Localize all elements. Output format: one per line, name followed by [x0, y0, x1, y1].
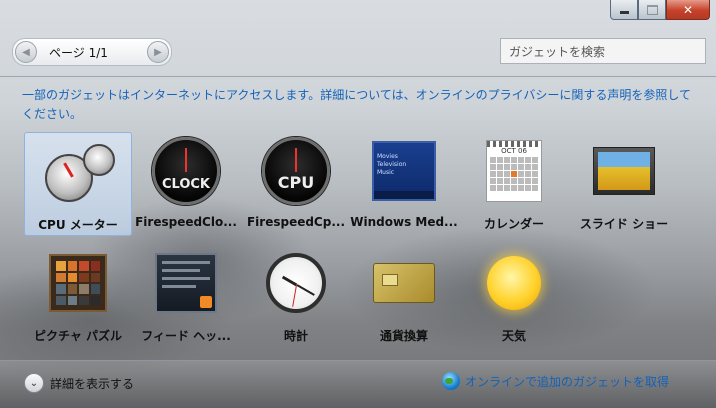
- gadget-firespeed-cpu[interactable]: CPU FirespeedCp...: [242, 132, 350, 236]
- previous-page-button[interactable]: ◀: [15, 41, 37, 63]
- search-box[interactable]: [500, 38, 706, 64]
- get-more-gadgets-online-label: オンラインで追加のガジェットを取得: [465, 374, 670, 389]
- gadget-picture-puzzle[interactable]: ピクチャ パズル: [24, 244, 132, 348]
- chevron-down-icon: ⌄: [24, 373, 44, 393]
- currency-icon: [369, 250, 439, 316]
- gadget-slide-show[interactable]: スライド ショー: [570, 132, 678, 236]
- gadget-weather[interactable]: 天気: [460, 244, 568, 348]
- globe-icon: [442, 372, 460, 390]
- gadget-label: FirespeedCp...: [246, 215, 346, 229]
- windows-media-center-icon: Movies Television Music: [369, 138, 439, 204]
- picture-puzzle-icon: [43, 250, 113, 316]
- cpu-meter-icon: [43, 139, 115, 205]
- privacy-notice-link[interactable]: 一部のガジェットはインターネットにアクセスします。詳細については、オンラインのプ…: [22, 86, 694, 124]
- gadget-label: 天気: [501, 329, 526, 343]
- firespeed-clock-icon-text: CLOCK: [161, 177, 211, 192]
- minimize-button[interactable]: [610, 0, 638, 20]
- page-indicator: ページ 1/1: [49, 46, 108, 60]
- firespeed-cpu-icon-text: CPU: [277, 173, 315, 192]
- wmc-line: Television: [377, 161, 407, 168]
- gadget-calendar[interactable]: OCT 06 カレンダー: [460, 132, 568, 236]
- gadget-label: フィード ヘッ...: [141, 329, 231, 343]
- gadget-currency[interactable]: 通貨換算: [350, 244, 458, 348]
- gadget-label: ピクチャ パズル: [33, 329, 123, 343]
- chevron-left-icon: ◀: [22, 46, 30, 58]
- search-input[interactable]: [507, 40, 701, 64]
- maximize-button: [638, 0, 666, 20]
- show-details-label: 詳細を表示する: [50, 376, 135, 391]
- clock-icon: [261, 250, 331, 316]
- gadget-label: CPU メーター: [38, 218, 118, 232]
- firespeed-cpu-icon: CPU: [261, 137, 331, 205]
- gadget-firespeed-clock[interactable]: CLOCK FirespeedClo...: [132, 132, 240, 236]
- gadget-feed-headlines[interactable]: フィード ヘッ...: [132, 244, 240, 348]
- gadget-label: 時計: [283, 329, 308, 343]
- footer-bar: ⌄ 詳細を表示する オンラインで追加のガジェットを取得: [0, 360, 716, 408]
- gadget-label: Windows Med...: [350, 215, 458, 229]
- maximize-icon: [646, 4, 658, 15]
- calendar-month: OCT 06: [501, 147, 527, 155]
- gadget-clock[interactable]: 時計: [242, 244, 350, 348]
- page-navigator: ◀ ページ 1/1 ▶: [12, 38, 172, 66]
- gadget-label: 通貨換算: [379, 329, 428, 343]
- show-details-button[interactable]: ⌄ 詳細を表示する: [24, 373, 134, 393]
- slide-show-icon: [589, 138, 659, 204]
- gadget-label: カレンダー: [483, 217, 544, 231]
- gadget-label: スライド ショー: [579, 217, 669, 231]
- caption-buttons: ✕: [610, 0, 710, 20]
- divider: [0, 76, 716, 77]
- gadget-gallery-window: ✕ ◀ ページ 1/1 ▶ 一部のガジェットはインターネットにアクセスします。詳…: [0, 0, 716, 408]
- minimize-icon: [619, 11, 629, 14]
- gadget-cpu-meter[interactable]: CPU メーター: [24, 132, 132, 236]
- next-page-button[interactable]: ▶: [147, 41, 169, 63]
- wmc-line: Music: [377, 169, 395, 176]
- gadget-windows-media-center[interactable]: Movies Television Music Windows Med...: [350, 132, 458, 236]
- gadget-label: FirespeedClo...: [135, 215, 237, 229]
- weather-icon: [479, 250, 549, 316]
- wmc-line: Movies: [377, 153, 398, 160]
- feed-headlines-icon: [151, 250, 221, 316]
- calendar-icon: OCT 06: [479, 138, 549, 204]
- close-button[interactable]: ✕: [666, 0, 710, 20]
- get-more-gadgets-online-link[interactable]: オンラインで追加のガジェットを取得: [442, 372, 669, 390]
- firespeed-clock-icon: CLOCK: [151, 137, 221, 205]
- close-icon: ✕: [682, 2, 694, 17]
- chevron-right-icon: ▶: [154, 46, 162, 58]
